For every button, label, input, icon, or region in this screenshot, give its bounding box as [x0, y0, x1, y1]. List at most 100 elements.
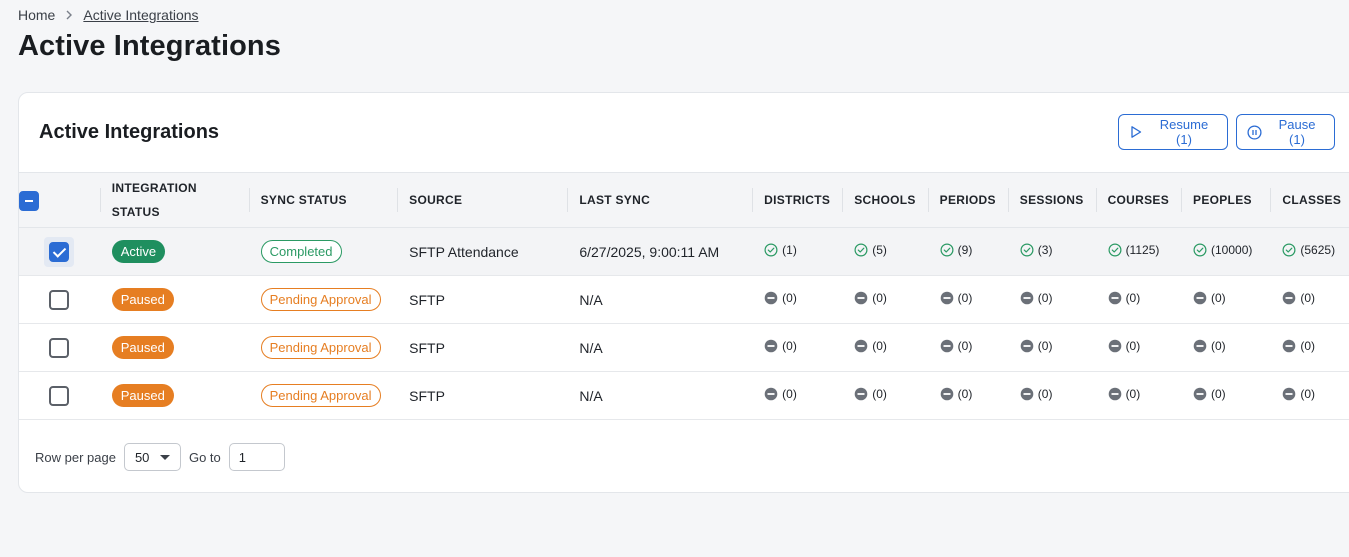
minus-circle-icon [1020, 387, 1034, 401]
classes-count: (5625) [1282, 243, 1335, 257]
minus-circle-icon [1282, 387, 1296, 401]
sessions-count: (0) [1020, 339, 1052, 353]
schools-value: (0) [872, 291, 887, 305]
col-schools[interactable]: SCHOOLS [842, 172, 928, 228]
periods-cell: (9) [928, 228, 1008, 276]
sessions-value: (0) [1037, 291, 1053, 305]
periods-count: (9) [940, 243, 973, 257]
periods-value: (0) [957, 339, 973, 353]
schools-cell: (0) [842, 324, 927, 372]
check-circle-icon [1020, 243, 1034, 257]
last-sync-cell: N/A [579, 339, 603, 356]
minus-circle-icon [854, 291, 868, 305]
classes-value: (0) [1300, 387, 1316, 401]
minus-circle-icon [1282, 339, 1296, 353]
col-periods-label: PERIODS [939, 193, 996, 207]
sessions-cell: (0) [1008, 324, 1096, 372]
check-circle-icon [854, 243, 868, 257]
table-row[interactable]: Active Completed SFTP Attendance 6/27/2025,… [19, 227, 1349, 276]
row-checkbox[interactable] [49, 337, 70, 358]
minus-circle-icon [940, 387, 954, 401]
courses-value: (1125) [1125, 243, 1160, 257]
col-districts[interactable]: DISTRICTS [752, 172, 843, 228]
last-sync-cell: N/A [579, 387, 603, 404]
table-row[interactable]: Paused Pending Approval SFTP N/A (0) (0) (0) (0… [19, 276, 1349, 324]
col-classes[interactable]: CLASSES [1270, 172, 1349, 228]
integration-status-cell: Active [100, 228, 249, 276]
row-select-cell [19, 324, 100, 372]
sessions-count: (3) [1020, 243, 1053, 257]
col-courses[interactable]: COURSES [1095, 172, 1182, 228]
sync-status-badge: Pending Approval [260, 336, 381, 359]
goto-page-input[interactable] [228, 443, 285, 471]
classes-cell: (0) [1270, 276, 1349, 324]
sync-status-badge: Completed [260, 240, 342, 263]
col-source[interactable]: SOURCE [397, 172, 568, 228]
schools-cell: (5) [842, 228, 927, 276]
minus-circle-icon [1193, 291, 1207, 305]
goto-label: Go to [188, 449, 221, 465]
rows-per-page-select[interactable]: 50 [123, 443, 181, 471]
periods-cell: (0) [928, 324, 1008, 372]
periods-count: (0) [940, 339, 973, 353]
col-last-sync[interactable]: LAST SYNC [567, 172, 753, 228]
col-classes-label: CLASSES [1282, 193, 1342, 207]
row-checkbox[interactable] [49, 385, 70, 406]
peoples-cell: (10000) [1181, 228, 1270, 276]
row-checkbox[interactable] [49, 241, 70, 262]
periods-count: (0) [940, 291, 972, 305]
row-checkbox-wrap [44, 285, 74, 315]
districts-value: (0) [782, 339, 797, 353]
integration-status-cell: Paused [100, 372, 249, 420]
col-integration-status[interactable]: INTEGRATION STATUS [99, 172, 249, 228]
rows-per-page-label: Row per page [35, 449, 116, 465]
page-title: Active Integrations [18, 30, 281, 62]
schools-count: (0) [854, 291, 887, 305]
periods-value: (9) [957, 243, 973, 257]
sync-status-cell: Pending Approval [249, 324, 398, 372]
table-header-row: INTEGRATION STATUS SYNC STATUS SOURCE LA… [19, 172, 1349, 228]
check-circle-icon [1193, 243, 1207, 257]
source-cell: SFTP [409, 387, 445, 404]
schools-cell: (0) [842, 372, 927, 420]
districts-value: (0) [782, 291, 797, 305]
table-row[interactable]: Paused Pending Approval SFTP N/A (0) (0) (0) (0… [19, 324, 1349, 372]
peoples-value: (10000) [1211, 243, 1253, 257]
col-integration-status-line2: STATUS [111, 205, 160, 219]
breadcrumb-home-link[interactable]: Home [18, 7, 55, 23]
minus-circle-icon [854, 339, 868, 353]
breadcrumb-current-link[interactable]: Active Integrations [83, 7, 198, 23]
minus-circle-icon [1108, 291, 1122, 305]
resume-button[interactable]: Resume (1) [1118, 114, 1228, 150]
minus-circle-icon [1020, 291, 1034, 305]
select-all-checkbox[interactable] [19, 190, 39, 211]
col-last-sync-label: LAST SYNC [579, 193, 651, 207]
peoples-count: (10000) [1193, 243, 1252, 257]
col-schools-label: SCHOOLS [854, 193, 916, 207]
pause-button[interactable]: Pause (1) [1236, 114, 1335, 150]
table-row[interactable]: Paused Pending Approval SFTP N/A (0) (0) (0) (0… [19, 372, 1349, 420]
sessions-value: (3) [1037, 243, 1053, 257]
courses-count: (0) [1108, 339, 1140, 353]
col-sessions[interactable]: SESSIONS [1007, 172, 1096, 228]
periods-cell: (0) [928, 372, 1008, 420]
resume-button-label: Resume (1) [1159, 117, 1209, 147]
status-badge: Active [111, 240, 166, 263]
sessions-cell: (0) [1008, 372, 1096, 420]
col-periods[interactable]: PERIODS [927, 172, 1008, 228]
districts-cell: (0) [752, 372, 842, 420]
periods-cell: (0) [928, 276, 1008, 324]
status-badge: Paused [111, 288, 174, 311]
sessions-count: (0) [1020, 291, 1053, 305]
col-sync-status[interactable]: SYNC STATUS [248, 172, 398, 228]
schools-value: (0) [872, 387, 887, 401]
caret-down-icon [159, 454, 170, 460]
chevron-right-icon [65, 10, 73, 20]
play-icon [1129, 125, 1143, 139]
peoples-count: (0) [1193, 339, 1226, 353]
pause-button-label: Pause (1) [1278, 117, 1316, 147]
col-peoples[interactable]: PEOPLES [1181, 172, 1271, 228]
row-checkbox[interactable] [49, 289, 70, 310]
periods-count: (0) [940, 387, 972, 401]
courses-value: (0) [1125, 291, 1141, 305]
